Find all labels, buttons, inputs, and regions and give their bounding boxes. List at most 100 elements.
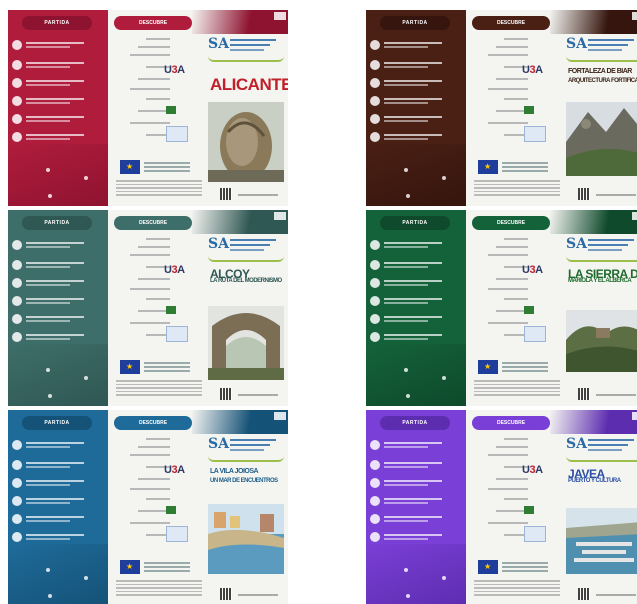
agenda-bullet-icon [12, 78, 22, 88]
text-line [116, 180, 202, 182]
text-line [26, 498, 84, 500]
url-line [238, 394, 278, 396]
agenda-bullet-icon [12, 532, 22, 542]
schedule-line [130, 54, 170, 56]
arch-image [208, 306, 284, 380]
header-pill-left: PARTIDA [22, 16, 92, 30]
agenda-item [12, 114, 106, 124]
agenda-bullet-icon [370, 314, 380, 324]
logo-swoosh [566, 56, 637, 62]
logo-text-line [588, 249, 622, 251]
schedule-line [496, 46, 528, 48]
text-line [384, 338, 428, 340]
agenda-item [370, 40, 464, 50]
logo-text-line [230, 449, 264, 451]
poster-card: PARTIDA DESCUBRE U3A SA LA VILA JOIOSA UN MAR… [8, 410, 288, 604]
text-line [26, 302, 70, 304]
agenda-item [370, 478, 464, 488]
header-pill-left: PARTIDA [22, 416, 92, 430]
poster-card: PARTIDA DESCUBRE U3A SA ALICANTE [8, 10, 288, 206]
text-line [26, 338, 70, 340]
logo-mark: SA [208, 36, 229, 52]
text-line [384, 84, 428, 86]
schedule-line [138, 78, 170, 80]
text-line [26, 316, 84, 318]
program-logo: SA [208, 236, 284, 256]
text-line [26, 466, 70, 468]
schedule-line [488, 288, 528, 290]
logo-swoosh [208, 456, 284, 462]
eu-flag-icon [478, 360, 498, 374]
text-line [384, 62, 442, 64]
footnote [116, 180, 202, 196]
text-line [474, 394, 560, 396]
agenda-bullet-icon [12, 114, 22, 124]
text-line [26, 446, 70, 448]
u3a-letter: A [177, 64, 185, 76]
header-pill-left: PARTIDA [380, 416, 450, 430]
left-panel-footer [366, 344, 466, 406]
text-line [384, 102, 428, 104]
program-logo: SA [208, 36, 284, 56]
info-box [524, 526, 546, 542]
header-pill-left: PARTIDA [22, 216, 92, 230]
text-line [384, 298, 442, 300]
agenda-item [370, 514, 464, 524]
schedule-line [496, 278, 528, 280]
agenda-item [370, 260, 464, 270]
top-band [550, 210, 637, 234]
sparkle-icon [84, 576, 88, 580]
agenda-bullet-icon [370, 332, 380, 342]
eu-flag-icon [478, 160, 498, 174]
logo-swoosh [566, 456, 637, 462]
agenda-item [12, 532, 106, 542]
schedule-line [146, 498, 170, 500]
logo-text-line [588, 444, 628, 446]
text-line [474, 583, 560, 585]
poster-title: MARIOLA Y EL ALBERCA [568, 278, 632, 284]
program-logo: SA [208, 436, 284, 456]
schedule-line [488, 454, 528, 456]
agenda-item [370, 314, 464, 324]
text-line [144, 570, 190, 572]
agenda-bullet-icon [370, 40, 380, 50]
corner-icon [632, 12, 637, 20]
top-band [550, 410, 637, 434]
text-line [502, 570, 548, 572]
schedule-line [488, 54, 528, 56]
eu-caption [144, 362, 190, 372]
mountain-photo [566, 102, 637, 181]
text-line [384, 446, 428, 448]
text-line [384, 116, 442, 118]
text-line [474, 580, 560, 582]
corner-icon [632, 412, 637, 420]
agenda-item [12, 496, 106, 506]
u3a-logo: U3A [522, 264, 543, 276]
text-line [26, 298, 84, 300]
text-line [384, 242, 442, 244]
text-line [384, 80, 442, 82]
sparkle-icon [406, 394, 410, 398]
agenda-item [12, 332, 106, 342]
text-line [384, 42, 442, 44]
text-line [384, 266, 428, 268]
text-line [26, 66, 70, 68]
text-line [116, 387, 202, 389]
agenda-bullet-icon [12, 278, 22, 288]
poster-card: PARTIDADESCUBREU3ASALA SIERRA DEMARIOLA … [366, 210, 637, 406]
logo-mark: SA [566, 36, 587, 52]
agenda-bullet-icon [370, 240, 380, 250]
text-line [26, 262, 84, 264]
logo-text-line [588, 44, 628, 46]
text-line [384, 334, 442, 336]
sparkle-icon [84, 176, 88, 180]
poster-title: ARQUITECTURA FORTIFICADA [568, 78, 637, 84]
agenda-bullet-icon [370, 78, 380, 88]
text-line [384, 262, 442, 264]
qr-code-icon [578, 388, 590, 400]
text-line [26, 280, 84, 282]
u3a-logo: U3A [164, 64, 185, 76]
text-line [144, 362, 190, 364]
agenda-bullet-icon [370, 278, 380, 288]
url-line [596, 194, 636, 196]
